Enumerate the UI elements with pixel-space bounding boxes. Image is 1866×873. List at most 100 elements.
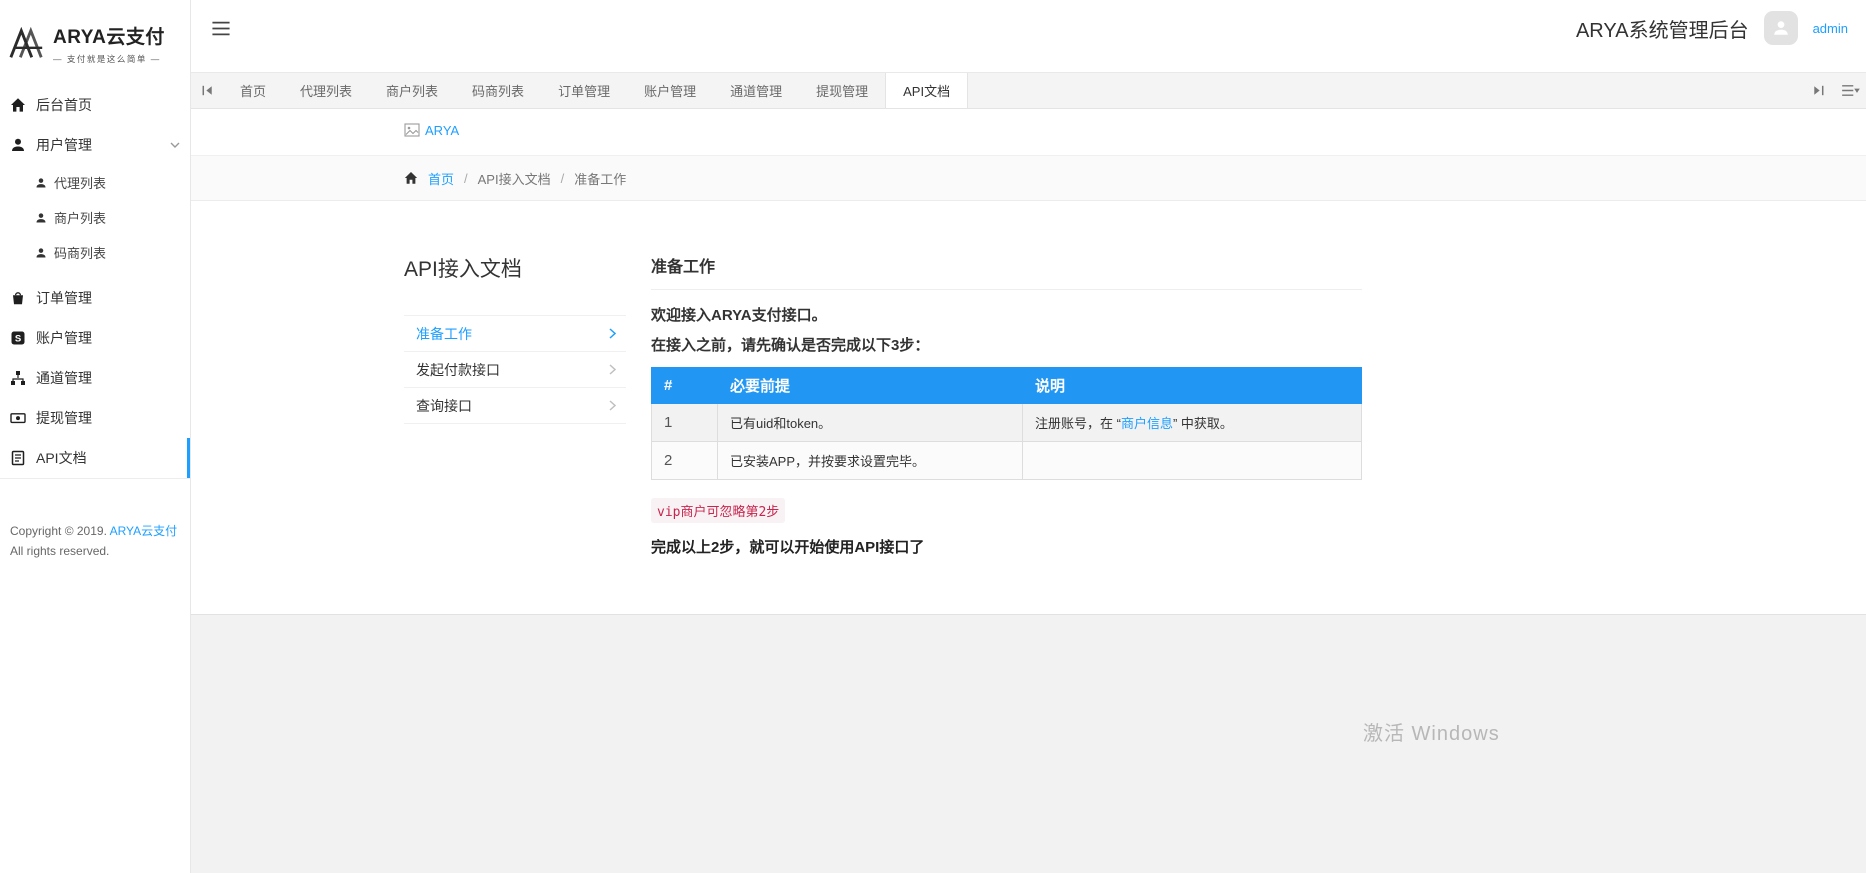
- sidebar-item-order-management[interactable]: 订单管理: [0, 278, 190, 318]
- home-icon: [10, 97, 26, 113]
- banner: ARYA: [191, 109, 1866, 155]
- sidebar-item-user-management[interactable]: 用户管理: [0, 125, 190, 165]
- breadcrumb: 首页 / API接入文档 / 准备工作: [191, 155, 1866, 201]
- sidebar-subitem-merchant-list[interactable]: 商户列表: [0, 200, 190, 235]
- cell-number: 1: [652, 404, 718, 442]
- breadcrumb-home-link[interactable]: 首页: [428, 169, 454, 188]
- divider: [651, 289, 1362, 290]
- sidebar-subitem-code-merchant-list[interactable]: 码商列表: [0, 235, 190, 270]
- brand-logo-icon: [8, 27, 46, 61]
- sidebar-item-channel-management[interactable]: 通道管理: [0, 358, 190, 398]
- col-header-number: #: [652, 368, 718, 404]
- col-header-note: 说明: [1023, 368, 1362, 404]
- tab-code-merchant-list[interactable]: 码商列表: [455, 73, 541, 108]
- docnav-item-payment-api[interactable]: 发起付款接口: [404, 352, 626, 388]
- agent-icon: [35, 177, 47, 189]
- sidebar-item-label: 账户管理: [36, 328, 92, 348]
- merchant-info-link[interactable]: 商户信息: [1121, 416, 1173, 431]
- logo-alt-text: ARYA: [425, 123, 459, 138]
- breadcrumb-current: 准备工作: [574, 169, 626, 188]
- api-doc-icon: [10, 450, 26, 466]
- sidebar-menu: 后台首页 用户管理 代理列表 商户列表 码商列表: [0, 85, 190, 479]
- user-icon: [10, 137, 26, 153]
- topbar: ARYA系统管理后台 admin: [191, 0, 1866, 72]
- brand-tagline: — 支付就是这么简单 —: [53, 53, 165, 65]
- tab-api-docs[interactable]: API文档: [885, 73, 968, 108]
- tab-account-management[interactable]: 账户管理: [627, 73, 713, 108]
- docnav-item-preparation[interactable]: 准备工作: [404, 316, 626, 352]
- chevron-right-icon: [609, 364, 616, 375]
- copyright-brand-link[interactable]: ARYA云支付: [110, 524, 178, 538]
- tab-agent-list[interactable]: 代理列表: [283, 73, 369, 108]
- chevron-down-icon: [170, 142, 180, 148]
- doc-nav-title: API接入文档: [404, 253, 626, 283]
- docnav-item-label: 发起付款接口: [416, 360, 500, 380]
- tab-scroll-left-icon[interactable]: [191, 73, 223, 108]
- broken-logo-image: ARYA: [404, 122, 459, 138]
- sidebar-subitem-agent-list[interactable]: 代理列表: [0, 165, 190, 200]
- main-area: ARYA系统管理后台 admin 首页 代理列表 商户列表 码商列表 订单管理 …: [191, 0, 1866, 873]
- docnav-item-query-api[interactable]: 查询接口: [404, 388, 626, 424]
- sidebar: ARYA云支付 — 支付就是这么简单 — 后台首页 用户管理 代理列表: [0, 0, 191, 873]
- cell-note: [1023, 442, 1362, 480]
- brand-title: ARYA云支付: [53, 22, 165, 49]
- tab-list: 首页 代理列表 商户列表 码商列表 订单管理 账户管理 通道管理 提现管理 AP…: [223, 73, 1802, 108]
- note-suffix: ” 中获取。: [1173, 416, 1233, 431]
- user-avatar[interactable]: [1764, 11, 1798, 45]
- sidebar-item-label: 通道管理: [36, 368, 92, 388]
- conclusion-text: 完成以上2步，就可以开始使用API接口了: [651, 536, 1362, 557]
- welcome-text: 欢迎接入ARYA支付接口。: [651, 305, 1362, 327]
- breadcrumb-home-icon: [404, 171, 418, 185]
- tab-channel-management[interactable]: 通道管理: [713, 73, 799, 108]
- copyright-prefix: Copyright © 2019.: [10, 524, 107, 538]
- sidebar-item-api-docs[interactable]: API文档: [0, 438, 190, 478]
- article: 准备工作 欢迎接入ARYA支付接口。 在接入之前，请先确认是否完成以下3步： #…: [651, 253, 1362, 572]
- channel-sitemap-icon: [10, 370, 26, 386]
- cell-requirement: 已安装APP，并按要求设置完毕。: [718, 442, 1023, 480]
- table-row: 1 已有uid和token。 注册账号，在 “商户信息” 中获取。: [652, 404, 1362, 442]
- sidebar-item-label: 后台首页: [36, 95, 92, 115]
- sidebar-subitem-label: 代理列表: [54, 173, 106, 192]
- page-title: ARYA系统管理后台: [1576, 14, 1749, 43]
- breadcrumb-separator: /: [464, 171, 468, 186]
- tab-home[interactable]: 首页: [223, 73, 283, 108]
- breadcrumb-section: API接入文档: [478, 169, 551, 188]
- table-row: 2 已安装APP，并按要求设置完毕。: [652, 442, 1362, 480]
- sidebar-item-account-management[interactable]: S 账户管理: [0, 318, 190, 358]
- vip-note-badge: vip商户可忽略第2步: [651, 498, 785, 523]
- note-prefix: 注册账号，在 “: [1035, 416, 1121, 431]
- avatar-person-icon: [1772, 19, 1790, 37]
- tab-order-management[interactable]: 订单管理: [541, 73, 627, 108]
- tab-merchant-list[interactable]: 商户列表: [369, 73, 455, 108]
- sidebar-item-label: API文档: [36, 448, 87, 468]
- cell-requirement: 已有uid和token。: [718, 404, 1023, 442]
- sidebar-submenu-user-management: 代理列表 商户列表 码商列表: [0, 165, 190, 278]
- article-title: 准备工作: [651, 253, 1362, 277]
- logo: ARYA云支付 — 支付就是这么简单 —: [0, 0, 190, 85]
- doc-nav-list: 准备工作 发起付款接口 查询接口: [404, 315, 626, 424]
- svg-text:S: S: [15, 334, 21, 345]
- username-link[interactable]: admin: [1813, 21, 1848, 36]
- tab-scroll-right-icon[interactable]: [1802, 73, 1834, 108]
- doc-nav: API接入文档 准备工作 发起付款接口 查询接口: [404, 253, 626, 572]
- chevron-right-icon: [609, 400, 616, 411]
- tab-menu-dropdown-icon[interactable]: [1834, 73, 1866, 108]
- prerequisites-table: # 必要前提 说明 1 已有uid和token。: [651, 367, 1362, 480]
- content: API接入文档 准备工作 发起付款接口 查询接口: [191, 201, 1362, 614]
- sidebar-item-label: 订单管理: [36, 288, 92, 308]
- sidebar-subitem-label: 码商列表: [54, 243, 106, 262]
- docnav-item-label: 准备工作: [416, 324, 472, 344]
- page-body: ARYA 首页 / API接入文档 / 准备工作 API接入文档: [191, 109, 1866, 873]
- instruction-text: 在接入之前，请先确认是否完成以下3步：: [651, 335, 1362, 357]
- merchant-icon: [35, 212, 47, 224]
- sidebar-item-dashboard[interactable]: 后台首页: [0, 85, 190, 125]
- code-merchant-icon: [35, 247, 47, 259]
- withdraw-banknote-icon: [10, 410, 26, 426]
- sidebar-item-withdraw-management[interactable]: 提现管理: [0, 398, 190, 438]
- breadcrumb-separator: /: [561, 171, 565, 186]
- tab-withdraw-management[interactable]: 提现管理: [799, 73, 885, 108]
- cell-note: 注册账号，在 “商户信息” 中获取。: [1023, 404, 1362, 442]
- menu-toggle-icon[interactable]: [211, 21, 231, 36]
- chevron-right-icon: [609, 328, 616, 339]
- account-dollar-icon: S: [10, 330, 26, 346]
